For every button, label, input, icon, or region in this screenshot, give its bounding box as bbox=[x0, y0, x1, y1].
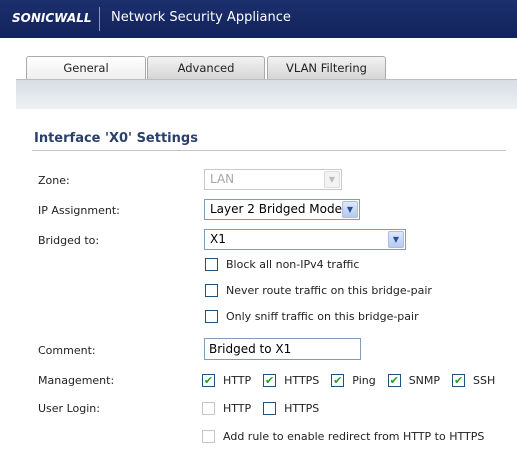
management-ssh-label: SSH bbox=[473, 374, 496, 387]
app-header: SONICWALL Network Security Appliance bbox=[0, 0, 517, 38]
management-snmp-option[interactable]: ✔ SNMP bbox=[387, 374, 441, 387]
redirect-checkbox bbox=[202, 430, 215, 443]
only-sniff-option[interactable]: Only sniff traffic on this bridge-pair bbox=[205, 310, 419, 323]
management-https-label: HTTPS bbox=[284, 374, 320, 387]
comment-label: Comment: bbox=[38, 344, 96, 357]
user-login-http-label: HTTP bbox=[223, 402, 252, 415]
never-route-checkbox[interactable] bbox=[205, 284, 218, 297]
zone-value: LAN bbox=[210, 172, 235, 186]
management-snmp-label: SNMP bbox=[408, 374, 441, 387]
ip-assignment-label: IP Assignment: bbox=[38, 204, 120, 217]
chevron-down-icon[interactable]: ▼ bbox=[342, 201, 358, 218]
management-https-option[interactable]: ✔ HTTPS bbox=[263, 374, 319, 387]
check-icon[interactable]: ✔ bbox=[452, 374, 466, 387]
chevron-down-icon: ▼ bbox=[324, 171, 340, 188]
ip-assignment-value: Layer 2 Bridged Mode bbox=[210, 202, 342, 216]
management-ssh-option[interactable]: ✔ SSH bbox=[452, 374, 495, 387]
tab-general[interactable]: General bbox=[26, 56, 146, 80]
chevron-down-icon[interactable]: ▼ bbox=[388, 231, 404, 248]
zone-label: Zone: bbox=[38, 174, 70, 187]
comment-input[interactable] bbox=[204, 338, 361, 360]
tab-advanced[interactable]: Advanced bbox=[147, 56, 265, 79]
user-login-https-option[interactable]: HTTPS bbox=[263, 402, 319, 415]
sonicwall-logo: SONICWALL bbox=[12, 11, 92, 25]
user-login-http-option: HTTP bbox=[202, 402, 251, 415]
management-ping-option[interactable]: ✔ Ping bbox=[331, 374, 376, 387]
bridged-to-label: Bridged to: bbox=[38, 234, 100, 247]
redirect-label: Add rule to enable redirect from HTTP to… bbox=[223, 430, 485, 443]
never-route-label: Never route traffic on this bridge-pair bbox=[226, 284, 432, 297]
user-login-http-checkbox bbox=[202, 402, 215, 415]
check-icon[interactable]: ✔ bbox=[387, 374, 401, 387]
ip-assignment-select[interactable]: Layer 2 Bridged Mode ▼ bbox=[204, 199, 360, 220]
user-login-label: User Login: bbox=[38, 402, 100, 415]
section-title: Interface 'X0' Settings bbox=[34, 131, 198, 146]
management-options: ✔ HTTP ✔ HTTPS ✔ Ping ✔ SNMP ✔ SSH bbox=[202, 374, 495, 387]
user-login-options: HTTP HTTPS bbox=[202, 402, 331, 415]
redirect-option: Add rule to enable redirect from HTTP to… bbox=[202, 430, 484, 443]
app-title: Network Security Appliance bbox=[111, 10, 291, 25]
management-http-label: HTTP bbox=[223, 374, 252, 387]
never-route-option[interactable]: Never route traffic on this bridge-pair bbox=[205, 284, 432, 297]
section-divider bbox=[32, 150, 506, 151]
management-label: Management: bbox=[38, 374, 115, 387]
tab-vlan-filtering[interactable]: VLAN Filtering bbox=[267, 56, 386, 79]
toolbar-band bbox=[16, 80, 517, 109]
bridged-to-value: X1 bbox=[210, 232, 226, 246]
header-divider bbox=[99, 7, 100, 31]
only-sniff-checkbox[interactable] bbox=[205, 310, 218, 323]
check-icon[interactable]: ✔ bbox=[331, 374, 345, 387]
block-non-ipv4-option[interactable]: Block all non-IPv4 traffic bbox=[205, 258, 359, 271]
check-icon[interactable]: ✔ bbox=[263, 374, 277, 387]
check-icon[interactable]: ✔ bbox=[202, 374, 215, 387]
zone-select: LAN ▼ bbox=[204, 169, 342, 190]
block-non-ipv4-label: Block all non-IPv4 traffic bbox=[226, 258, 360, 271]
only-sniff-label: Only sniff traffic on this bridge-pair bbox=[226, 310, 419, 323]
management-http-option[interactable]: ✔ HTTP bbox=[202, 374, 251, 387]
block-non-ipv4-checkbox[interactable] bbox=[205, 258, 218, 271]
user-login-https-label: HTTPS bbox=[284, 402, 320, 415]
management-ping-label: Ping bbox=[352, 374, 376, 387]
user-login-https-checkbox[interactable] bbox=[263, 402, 277, 415]
bridged-to-select[interactable]: X1 ▼ bbox=[204, 229, 406, 250]
